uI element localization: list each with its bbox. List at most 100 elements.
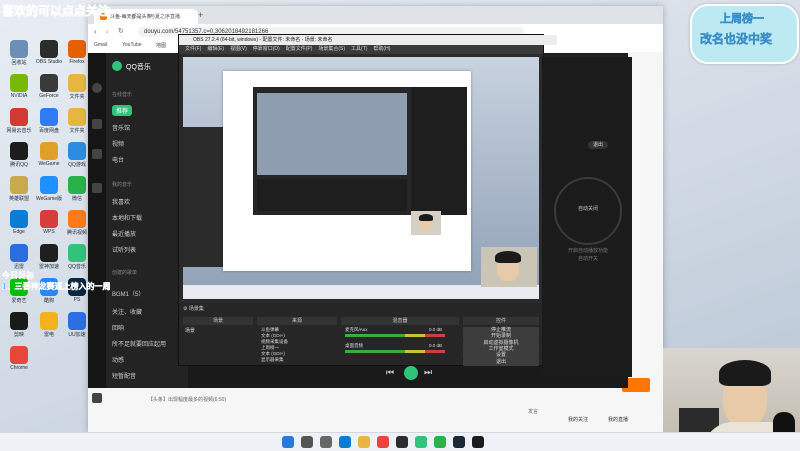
obs-icon[interactable] [396, 436, 408, 448]
nav-group-online: 在线音乐 [112, 92, 133, 98]
bubble-line-1: 上周榜一 [720, 13, 765, 26]
obs-menu-item[interactable]: 场景集合(S) [318, 46, 345, 52]
nav-recommend[interactable]: 推荐 [112, 105, 133, 116]
prev-icon[interactable]: ⏮ [386, 367, 394, 378]
app-icon [10, 74, 28, 92]
obs-menu-item[interactable]: 视图(V) [230, 46, 247, 52]
video-icon[interactable] [92, 149, 102, 159]
forward-icon[interactable]: › [106, 27, 109, 36]
desktop-icon[interactable]: NVIDIA [4, 74, 34, 104]
bookmark-youtube[interactable]: YouTube [122, 42, 142, 48]
my-follow-link[interactable]: 我的关注 [568, 416, 588, 423]
back-icon[interactable]: ‹ [94, 27, 97, 36]
app-icon [40, 40, 58, 58]
nav-trial[interactable]: 试听列表 [112, 245, 136, 254]
desktop-icon[interactable]: 剪映 [4, 312, 34, 342]
page-caption: 【头条】出现幅度最多的视频(6:50) [148, 397, 227, 403]
bookmark-gmail[interactable]: Gmail [94, 42, 107, 48]
desktop-icon[interactable]: 百度网盘 [34, 108, 64, 138]
capture-right-panel [411, 87, 467, 215]
nav-local[interactable]: 本地和下载 [112, 213, 142, 222]
playlist-item[interactable]: 关注、收藏 [112, 307, 142, 316]
capture-webcam-small [411, 211, 441, 235]
desktop-icon[interactable]: OBS Studio [34, 40, 64, 70]
desktop-icon[interactable]: WeGame [34, 142, 64, 172]
desktop-icon[interactable]: 网易云音乐 [4, 108, 34, 138]
next-icon[interactable]: ⏭ [424, 367, 432, 378]
desktop-icon-label: Chrome [10, 365, 28, 371]
tab-label: 斗鱼-每天都是头条 [110, 14, 152, 20]
library-icon[interactable] [92, 119, 102, 129]
desktop-icon[interactable]: WPS [34, 210, 64, 240]
obs-control-button[interactable]: 退出 [463, 358, 539, 366]
nav-radio[interactable]: 电台 [112, 155, 124, 164]
edge-icon[interactable] [339, 436, 351, 448]
nav-liked[interactable]: 我喜欢 [112, 197, 130, 206]
playlist-item[interactable]: 所不足就要回应起用 [112, 339, 166, 348]
playlist-item[interactable]: 短暂配音 [112, 371, 136, 380]
taskview-icon[interactable] [320, 436, 332, 448]
auto-close-ring[interactable]: 自动关闭 [554, 177, 622, 245]
chrome-icon[interactable] [377, 436, 389, 448]
mixer-volume-meter[interactable] [345, 350, 445, 353]
nav-group-mine: 我的音乐 [112, 182, 133, 188]
desktop-icon[interactable]: 雷电 [34, 312, 64, 342]
obs-menu-item[interactable]: 配置文件(P) [286, 46, 313, 52]
desktop-icon-label: 剪映 [13, 332, 24, 338]
nav-video[interactable]: 视频 [112, 139, 124, 148]
nav-music-hall[interactable]: 音乐馆 [112, 123, 130, 132]
qq-icon[interactable] [472, 436, 484, 448]
dock-sources-header: 来源 [257, 317, 337, 325]
explorer-icon[interactable] [358, 436, 370, 448]
taskbar [0, 432, 800, 451]
scene-item[interactable]: 场景 [185, 327, 195, 334]
dock-scenes-header: 场景 [183, 317, 253, 325]
desktop-icon-label: 腾讯QQ [10, 162, 28, 168]
playlist-item[interactable]: 回响 [112, 323, 124, 332]
desktop-icon[interactable]: 回收站 [4, 40, 34, 70]
wechat-icon[interactable] [434, 436, 446, 448]
app-icon [10, 142, 28, 160]
mixer-volume-meter[interactable] [345, 334, 445, 337]
tab-label-2[interactable]: 与夏之序直播 [150, 13, 180, 20]
source-item[interactable]: 显示器采集 [261, 357, 337, 363]
desktop-icon[interactable]: WeGame版 [34, 176, 64, 206]
desktop-icon-label: WeGame版 [35, 196, 63, 202]
auto-tip-2: 自动开关 [577, 256, 598, 262]
app-icon [10, 40, 28, 58]
desktop-icon[interactable]: 英雄联盟 [4, 176, 34, 206]
start-icon[interactable] [282, 436, 294, 448]
obs-menu-item[interactable]: 帮助(H) [373, 46, 390, 52]
desktop-icon-label: WPS [43, 229, 55, 235]
home-icon[interactable] [92, 83, 102, 93]
chat-send-label[interactable]: 发言 [528, 408, 538, 415]
desktop-icon[interactable]: Edge [4, 210, 34, 240]
reload-icon[interactable]: ↻ [118, 27, 124, 35]
new-tab-button[interactable]: + [198, 10, 203, 20]
obs-scene-filter: ⚙ 场景集 [183, 306, 204, 312]
qqmusic-icon[interactable] [415, 436, 427, 448]
capture-nested-preview [257, 93, 407, 175]
my-live-link[interactable]: 我的直播 [608, 416, 628, 423]
search-icon[interactable] [301, 436, 313, 448]
desktop-icon[interactable]: GeForce [34, 74, 64, 104]
bookmark-maps[interactable]: 地图 [156, 42, 166, 49]
obs-menu-item[interactable]: 文件(F) [185, 46, 201, 52]
desktop-icon[interactable]: 腾讯QQ [4, 142, 34, 172]
exit-button[interactable]: 退出 [588, 141, 608, 149]
obs-preview[interactable] [183, 57, 539, 299]
radio-icon[interactable] [92, 183, 102, 193]
app-icon [68, 312, 86, 330]
steam-icon[interactable] [453, 436, 465, 448]
desktop-icon-label: 爱奇艺 [11, 298, 27, 304]
obs-menu-item[interactable]: 编辑(E) [207, 46, 224, 52]
desktop-icon[interactable]: Chrome [4, 346, 34, 376]
settings-icon[interactable] [92, 393, 102, 403]
nav-recent[interactable]: 最近播放 [112, 229, 136, 238]
obs-menu-item[interactable]: 停靠窗口(D) [253, 46, 280, 52]
obs-menu-item[interactable]: 工具(T) [351, 46, 367, 52]
play-pause-button[interactable] [404, 366, 418, 380]
playlist-item[interactable]: 动感 [112, 355, 124, 364]
capture-obs [253, 87, 411, 215]
playlist-bgm[interactable]: BGM1（5） [112, 289, 144, 298]
